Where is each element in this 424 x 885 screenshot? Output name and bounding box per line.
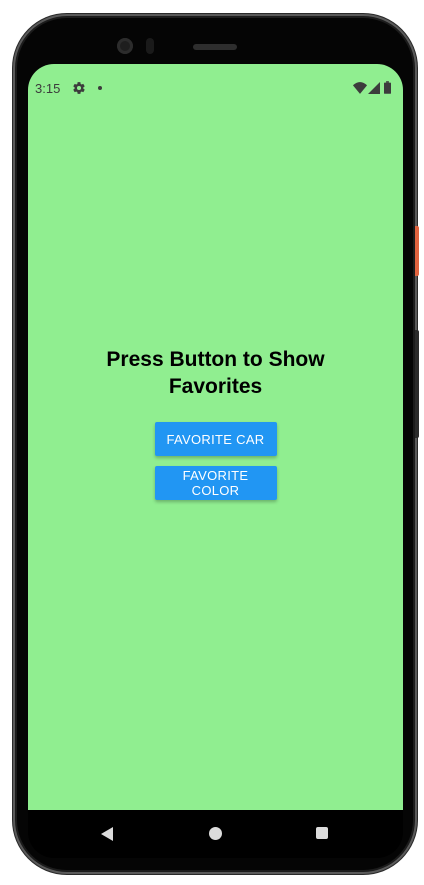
proximity-sensor-icon [146,38,154,54]
volume-button[interactable] [415,330,419,438]
notification-dot-icon [98,86,102,90]
wifi-icon [353,82,367,94]
earpiece-speaker [193,44,237,50]
status-time: 3:15 [35,81,61,96]
recents-icon[interactable] [316,827,328,839]
signal-icon [368,82,380,94]
battery-icon [384,81,391,94]
navigation-bar [28,810,403,858]
favorite-color-button[interactable]: FAVORITE COLOR [154,466,277,500]
status-bar: 3:15 [28,64,403,110]
main-content: Press Button to Show Favorites FAVORITE … [28,346,403,500]
back-icon[interactable] [100,827,114,841]
gear-icon [73,82,85,94]
page-title: Press Button to Show Favorites [106,348,325,398]
front-camera-icon [117,38,133,54]
favorite-car-button[interactable]: FAVORITE CAR [154,422,277,456]
app-screen: 3:15 Press Button to Show Favorites FAVO… [28,64,403,810]
power-button[interactable] [415,226,419,276]
home-icon[interactable] [209,827,222,840]
